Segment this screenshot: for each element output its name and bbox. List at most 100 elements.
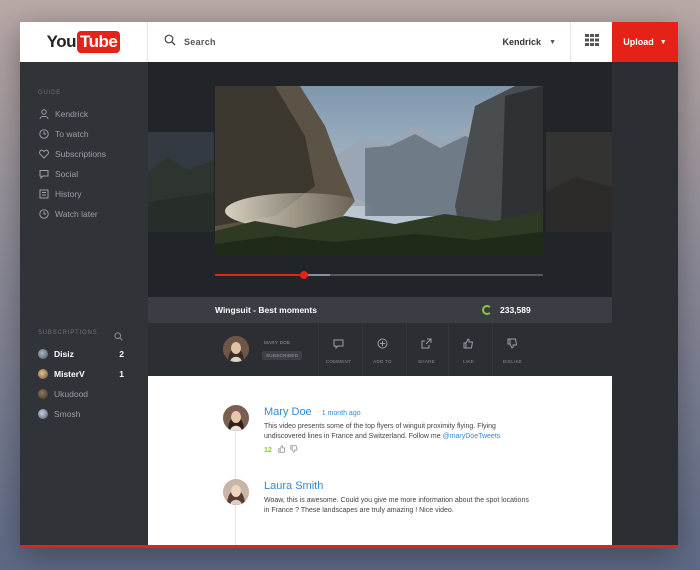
sidebar-item-label: Subscriptions [55, 148, 107, 159]
chat-icon [38, 168, 49, 179]
subscription-label: Smosh [54, 409, 81, 419]
video-title: Wingsuit - Best moments [215, 305, 317, 315]
comment-author[interactable]: Mary Doe 1 month ago [264, 406, 361, 418]
comment-author-name[interactable]: Laura Smith [264, 480, 323, 492]
comment-text: This video presents some of the top flye… [264, 422, 534, 442]
sidebar-item-kendrick[interactable]: Kendrick [38, 108, 88, 119]
user-icon [38, 108, 49, 119]
upload-button[interactable]: Upload ▼ [612, 22, 678, 62]
avatar [38, 349, 48, 359]
avatar[interactable] [223, 405, 249, 431]
video-frame[interactable] [215, 86, 543, 256]
comments-section: Mary Doe 1 month ago This video presents … [148, 376, 612, 548]
sidebar-item-label: History [55, 188, 82, 199]
channel-name[interactable]: MARY DOE [264, 340, 290, 345]
share-button[interactable]: SHARE [406, 323, 446, 376]
action-label: SHARE [417, 358, 435, 364]
mention-link[interactable]: @maryDoeTweets [443, 433, 501, 440]
avatar [38, 369, 48, 379]
comment-button[interactable]: COMMENT [318, 323, 358, 376]
app-window: You Tube Search Kendrick ▼ Upload ▼ GUID… [20, 22, 678, 548]
sidebar-item-watch-later[interactable]: Watch later [38, 208, 98, 219]
thumbs-down-icon[interactable] [290, 445, 298, 455]
avatar[interactable] [223, 336, 249, 362]
sidebar-item-subscriptions[interactable]: Subscriptions [38, 148, 106, 159]
subscribed-badge[interactable]: SUBSCRIBED [262, 351, 303, 360]
search-input[interactable]: Search [184, 37, 216, 47]
sidebar-item-label: Social [55, 168, 79, 179]
grid-icon [584, 33, 599, 51]
dislike-button[interactable]: DISLIKE [492, 323, 532, 376]
action-label: COMMENT [325, 358, 352, 364]
heart-icon [38, 148, 49, 159]
clock-icon [38, 128, 49, 139]
avatar [38, 389, 48, 399]
search-icon[interactable] [164, 33, 176, 51]
logo-you: You [46, 32, 77, 51]
avatar [38, 409, 48, 419]
add-icon [377, 336, 388, 354]
chevron-down-icon: ▼ [549, 38, 556, 46]
sidebar-item-label: To watch [55, 128, 89, 139]
action-bar: MARY DOE SUBSCRIBED COMMENT ADD TO SHARE… [148, 323, 612, 376]
sidebar-item-to-watch[interactable]: To watch [38, 128, 89, 139]
view-count-value: 233,589 [500, 305, 531, 315]
avatar[interactable] [223, 479, 249, 505]
comment-author[interactable]: Laura Smith [264, 480, 323, 492]
logo-container[interactable]: You Tube [20, 22, 148, 62]
subscription-count: 2 [119, 349, 124, 359]
clock-icon [38, 208, 49, 219]
comment-like-count: 12 [264, 446, 272, 454]
sidebar-item-history[interactable]: History [38, 188, 81, 199]
youtube-logo[interactable]: You Tube [47, 31, 121, 53]
user-menu[interactable]: Kendrick ▼ [503, 22, 570, 62]
subscription-label: Disiz [54, 349, 74, 359]
previous-video-thumbnail[interactable] [148, 132, 214, 232]
like-button[interactable]: LIKE [448, 323, 488, 376]
thumbs-down-icon [507, 336, 518, 354]
subscriptions-title: SUBSCRIPTIONS [38, 330, 98, 336]
search-icon[interactable] [114, 328, 123, 346]
top-header: You Tube Search Kendrick ▼ Upload ▼ [20, 22, 678, 62]
logo-tube: Tube [77, 31, 121, 53]
video-progress-bar[interactable] [215, 271, 543, 279]
next-video-thumbnail[interactable] [546, 132, 612, 232]
add-to-button[interactable]: ADD TO [362, 323, 402, 376]
subscription-item[interactable]: MisterV 1 [38, 369, 124, 379]
guide-title: GUIDE [38, 90, 62, 96]
history-icon [38, 188, 49, 199]
apps-grid-button[interactable] [570, 22, 612, 62]
thumbs-up-icon[interactable] [278, 445, 286, 455]
subscription-count: 1 [119, 369, 124, 379]
subscription-label: Ukudood [54, 389, 89, 399]
subscription-label: MisterV [54, 369, 85, 379]
action-label: ADD TO [373, 358, 392, 364]
view-count: 233,589 [482, 305, 531, 315]
comment-author-name[interactable]: Mary Doe [264, 406, 312, 418]
loading-ring-icon [482, 305, 492, 315]
comment-time[interactable]: 1 month ago [322, 410, 361, 417]
subscription-item[interactable]: Disiz 2 [38, 349, 124, 359]
sidebar-item-label: Kendrick [55, 108, 89, 119]
subscription-item[interactable]: Ukudood [38, 389, 124, 399]
video-info-bar: Wingsuit - Best moments 233,589 [148, 297, 612, 323]
comment-text: Woaw, this is awesome. Could you give me… [264, 496, 534, 516]
upload-label: Upload [623, 37, 654, 47]
sidebar: GUIDE Kendrick To watch Subscriptions So… [20, 62, 148, 548]
user-name: Kendrick [502, 37, 542, 47]
subscription-item[interactable]: Smosh [38, 409, 124, 419]
search-bar[interactable]: Search [148, 22, 503, 62]
action-label: LIKE [463, 358, 474, 364]
sidebar-item-social[interactable]: Social [38, 168, 78, 179]
progress-handle[interactable] [299, 271, 308, 279]
action-label: DISLIKE [502, 358, 523, 364]
chevron-down-icon: ▼ [659, 38, 667, 46]
video-player-area [148, 62, 612, 297]
comment-meta: 12 [264, 445, 298, 455]
sidebar-item-label: Watch later [55, 208, 98, 219]
progress-played [215, 274, 304, 276]
bottom-accent-line [20, 545, 678, 548]
comment-body: Woaw, this is awesome. Could you give me… [264, 497, 529, 514]
thumbs-up-icon [463, 336, 474, 354]
share-icon [421, 336, 432, 354]
